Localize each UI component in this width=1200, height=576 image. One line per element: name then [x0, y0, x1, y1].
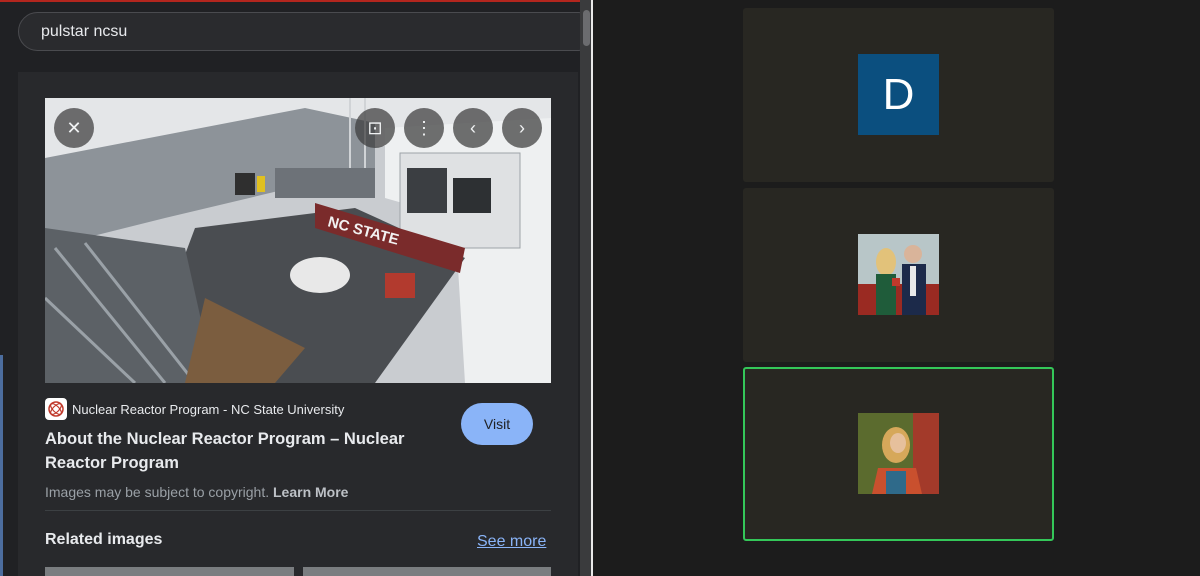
chevron-right-icon: › [519, 117, 525, 138]
divider [45, 510, 551, 511]
tab-strip-accent [0, 0, 580, 2]
related-image-thumbnail[interactable] [45, 567, 294, 576]
see-more-link[interactable]: See more [477, 533, 546, 551]
learn-more-link[interactable]: Learn More [273, 484, 348, 500]
related-image-thumbnail[interactable] [303, 567, 551, 576]
chevron-left-icon: ‹ [470, 117, 476, 138]
window-divider [591, 0, 593, 576]
visit-button[interactable]: Visit [461, 403, 533, 445]
browser-window: pulstar ncsu NC STATE ✕ ⊡ ⋮ ‹ › Nuclear … [0, 0, 593, 576]
source-favicon-icon [45, 398, 67, 420]
screen: pulstar ncsu NC STATE ✕ ⊡ ⋮ ‹ › Nuclear … [0, 0, 1200, 576]
close-button[interactable]: ✕ [54, 108, 94, 148]
lens-button[interactable]: ⊡ [355, 108, 395, 148]
related-images-heading: Related images [45, 531, 163, 548]
scrollbar-thumb[interactable] [583, 10, 590, 46]
result-title[interactable]: About the Nuclear Reactor Program – Nucl… [45, 427, 435, 475]
copyright-text: Images may be subject to copyright. [45, 484, 270, 500]
lens-icon: ⊡ [367, 117, 383, 138]
more-vert-icon: ⋮ [415, 117, 433, 138]
search-query: pulstar ncsu [41, 23, 128, 40]
more-options-button[interactable]: ⋮ [404, 108, 444, 148]
previous-image-button[interactable]: ‹ [453, 108, 493, 148]
copyright-notice: Images may be subject to copyright. Lear… [45, 484, 348, 500]
participant-photo [858, 234, 939, 315]
participant-avatar: D [858, 54, 939, 135]
search-input[interactable]: pulstar ncsu [18, 12, 593, 51]
participant-photo [858, 413, 939, 494]
source-name[interactable]: Nuclear Reactor Program - NC State Unive… [72, 402, 344, 417]
side-panel-edge [0, 355, 3, 576]
next-image-button[interactable]: › [502, 108, 542, 148]
close-icon: ✕ [66, 117, 82, 138]
